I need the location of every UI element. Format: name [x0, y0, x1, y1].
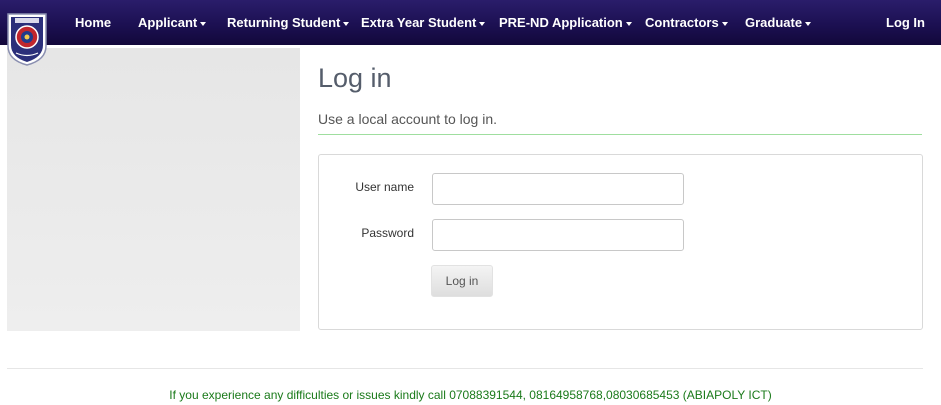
institution-crest-icon[interactable]: [6, 12, 48, 66]
password-label: Password: [361, 226, 414, 240]
username-label: User name: [355, 180, 414, 194]
top-navbar: Home Applicant Returning Student Extra Y…: [0, 0, 941, 45]
footer-divider: [7, 368, 923, 369]
caret-down-icon: [200, 21, 207, 26]
caret-down-icon: [625, 21, 632, 26]
caret-down-icon: [721, 21, 728, 26]
login-submit-button[interactable]: Log in: [431, 265, 493, 297]
nav-extra-year-student[interactable]: Extra Year Student: [361, 0, 486, 45]
nav-applicant-label: Applicant: [138, 15, 198, 30]
nav-extra-year-student-label: Extra Year Student: [361, 15, 477, 30]
section-divider: [318, 134, 922, 135]
username-input[interactable]: [432, 173, 684, 205]
page-subtitle: Use a local account to log in.: [318, 111, 497, 127]
nav-returning-student-label: Returning Student: [227, 15, 341, 30]
nav-contractors[interactable]: Contractors: [645, 0, 728, 45]
caret-down-icon: [479, 21, 486, 26]
footer-support-text: If you experience any difficulties or is…: [169, 388, 772, 402]
caret-down-icon: [343, 21, 350, 26]
nav-graduate[interactable]: Graduate: [745, 0, 812, 45]
nav-login-label: Log In: [886, 15, 925, 30]
nav-graduate-label: Graduate: [745, 15, 803, 30]
nav-applicant[interactable]: Applicant: [138, 0, 207, 45]
nav-home[interactable]: Home: [75, 0, 111, 45]
side-image-panel: [7, 48, 300, 331]
nav-pre-nd-application-label: PRE-ND Application: [499, 15, 623, 30]
nav-pre-nd-application[interactable]: PRE-ND Application: [499, 0, 632, 45]
password-input[interactable]: [432, 219, 684, 251]
nav-contractors-label: Contractors: [645, 15, 719, 30]
nav-returning-student[interactable]: Returning Student: [227, 0, 350, 45]
nav-home-label: Home: [75, 15, 112, 30]
caret-down-icon: [805, 21, 812, 26]
nav-login-link[interactable]: Log In: [886, 0, 925, 45]
page-title: Log in: [318, 63, 392, 93]
